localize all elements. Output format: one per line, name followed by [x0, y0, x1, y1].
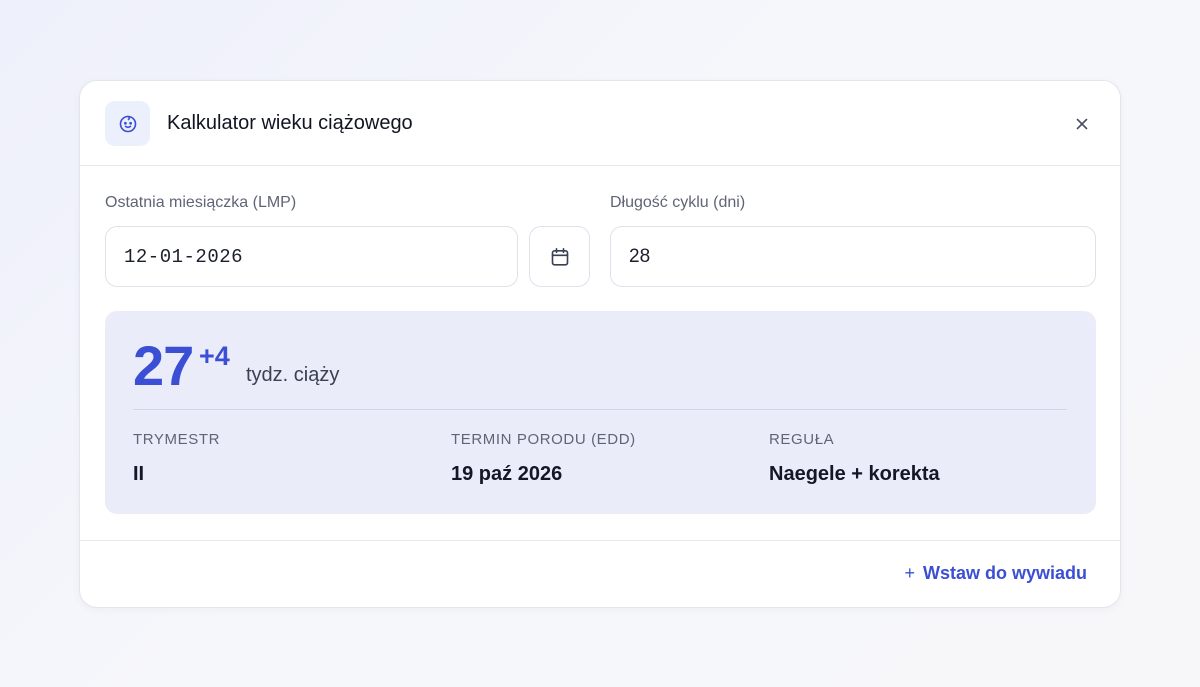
- result-divider: [133, 409, 1067, 410]
- dialog-title: Kalkulator wieku ciążowego: [167, 112, 413, 134]
- close-button[interactable]: [1072, 114, 1092, 134]
- gestational-weeks: 27: [133, 334, 194, 397]
- plus-icon: +: [904, 563, 915, 583]
- result-panel: 27 +4 tydz. ciąży TRYMESTR II TERMIN POR…: [105, 311, 1096, 514]
- calendar-button[interactable]: [529, 226, 590, 287]
- baby-face-icon: [105, 101, 150, 146]
- footer-divider: [80, 540, 1120, 541]
- close-icon: [1076, 118, 1088, 130]
- due-date-label: TERMIN PORODU (EDD): [451, 431, 636, 448]
- trimester-label: TRYMESTR: [133, 431, 221, 448]
- rule-value: Naegele + korekta: [769, 463, 940, 485]
- cycle-length-input[interactable]: 28: [610, 226, 1096, 287]
- dialog-header: Kalkulator wieku ciążowego: [80, 81, 1120, 166]
- cycle-length-label: Długość cyklu (dni): [610, 194, 746, 211]
- due-date-value: 19 paź 2026: [451, 463, 563, 485]
- insert-button-label: Wstaw do wywiadu: [922, 563, 1087, 583]
- weeks-unit-label: tydz. ciąży: [246, 364, 340, 386]
- gestational-days: +4: [199, 341, 230, 371]
- trimester-value: II: [133, 463, 145, 485]
- lmp-label: Ostatnia miesiączka (LMP): [105, 194, 297, 211]
- rule-label: REGUŁA: [769, 431, 835, 448]
- gestational-age-calculator-dialog: Kalkulator wieku ciążowego Ostatnia mies…: [79, 80, 1121, 608]
- lmp-date-input[interactable]: 12-01-2026: [105, 226, 518, 287]
- calendar-icon: [551, 247, 568, 266]
- insert-to-history-button[interactable]: + Wstaw do wywiadu: [904, 563, 1087, 584]
